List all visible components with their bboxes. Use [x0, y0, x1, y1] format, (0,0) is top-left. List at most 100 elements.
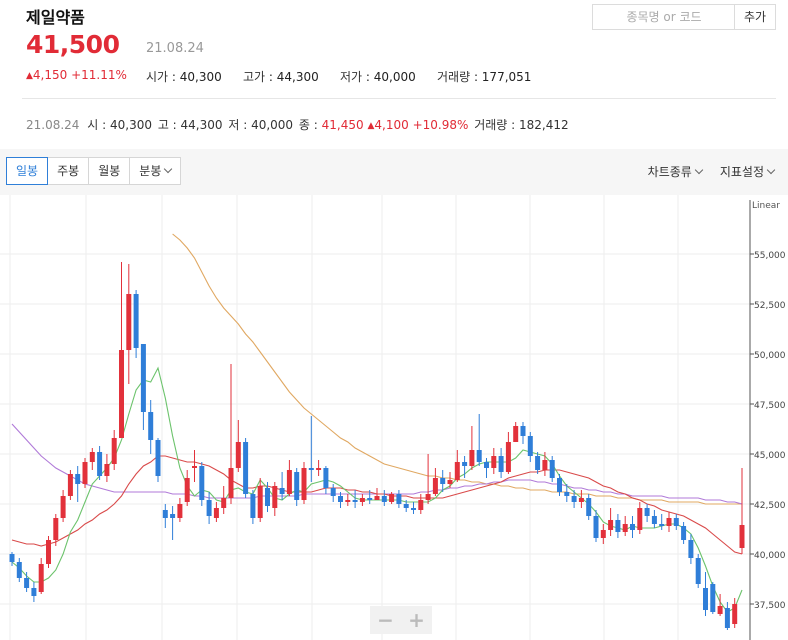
candle — [192, 450, 197, 482]
candle — [97, 446, 103, 480]
stat-label: 시가 — [146, 70, 169, 84]
candle-body — [104, 464, 110, 476]
candle-body — [505, 442, 511, 472]
candle-body — [724, 608, 730, 628]
candle-body — [666, 518, 672, 526]
candle-body — [294, 472, 300, 500]
candle — [104, 454, 110, 482]
chevron-down-icon — [694, 165, 704, 175]
stat-low: 저가 : 40,000 — [340, 70, 416, 84]
candle — [162, 504, 168, 528]
tab-minute[interactable]: 분봉 — [129, 157, 182, 185]
candle-body — [520, 426, 526, 436]
daily-summary: 21.08.24 시 : 40,300 고 : 44,300 저 : 40,00… — [26, 118, 569, 132]
candle — [250, 490, 256, 524]
candle-body — [24, 578, 30, 588]
candle-body — [586, 498, 592, 516]
change-pct: +11.11% — [71, 68, 127, 82]
candle-body — [133, 294, 139, 348]
candlestick-chart[interactable]: Linear 37,500 40,000 42,500 45,000 47,500 50,… — [0, 195, 788, 640]
candle-body — [695, 558, 701, 584]
chart-type-menu[interactable]: 차트종류 — [648, 163, 704, 180]
chevron-down-icon — [766, 165, 776, 175]
candle-body — [316, 468, 322, 470]
stat-value: 177,051 — [481, 70, 532, 84]
y-axis-ticks: 37,500 40,000 42,500 45,000 47,500 50,000 52,5… — [750, 251, 786, 611]
candle-body — [31, 588, 37, 596]
tab-weekly[interactable]: 주봉 — [47, 157, 90, 185]
search-input[interactable] — [593, 5, 735, 29]
candle-body — [257, 486, 263, 518]
candle-body — [732, 604, 738, 624]
candle — [257, 478, 263, 522]
candle — [155, 438, 161, 482]
candle — [469, 426, 475, 470]
candle-body — [213, 508, 219, 518]
price-date: 21.08.24 — [146, 41, 204, 56]
candle — [82, 458, 88, 488]
chart-grid — [0, 195, 750, 640]
y-tick-label: 37,500 — [754, 601, 786, 611]
candle — [418, 494, 424, 514]
candle — [557, 474, 562, 496]
chevron-down-icon — [164, 164, 173, 174]
candle-body — [710, 584, 716, 612]
candle — [228, 364, 234, 504]
candle — [622, 516, 628, 536]
candle-body — [381, 496, 387, 502]
candle — [600, 524, 606, 544]
stat-volume: 거래량 : 177,051 — [437, 70, 532, 84]
candle — [571, 490, 577, 508]
candle-body — [644, 508, 650, 516]
add-button[interactable]: 추가 — [734, 5, 775, 29]
candle-body — [462, 462, 468, 466]
candle-body — [60, 496, 66, 518]
up-triangle-icon: ▲ — [367, 121, 375, 131]
daily-date: 21.08.24 — [26, 118, 80, 132]
candle — [38, 558, 44, 594]
candle — [89, 448, 95, 470]
candle — [119, 262, 124, 438]
candle — [148, 400, 154, 454]
candle-body — [389, 494, 395, 502]
daily-close: 41,450 — [321, 118, 364, 132]
daily-volume: 182,412 — [519, 118, 569, 132]
candle — [447, 472, 453, 488]
daily-change-pct: +10.98% — [412, 118, 469, 132]
y-tick-label: 50,000 — [754, 351, 786, 361]
candle-body — [681, 526, 687, 540]
candle-body — [38, 564, 44, 592]
zoom-out-button[interactable]: − — [370, 606, 401, 634]
candle-body — [119, 350, 124, 438]
candle-body — [338, 496, 343, 502]
candle-body — [703, 588, 708, 610]
candle-body — [184, 478, 190, 502]
candle-body — [148, 412, 154, 440]
daily-low-label: 저 — [228, 118, 240, 132]
stat-open: 시가 : 40,300 — [146, 70, 222, 84]
candle-body — [199, 466, 205, 500]
candle — [294, 468, 300, 506]
candle-body — [651, 516, 657, 524]
candle — [498, 448, 504, 478]
candle-body — [578, 498, 584, 502]
tab-daily[interactable]: 일봉 — [6, 157, 49, 185]
candle — [396, 490, 402, 508]
zoom-in-button[interactable]: + — [401, 606, 432, 634]
candle — [67, 470, 73, 500]
candle-body — [739, 525, 745, 548]
indicator-menu[interactable]: 지표설정 — [720, 163, 776, 180]
candle — [651, 510, 657, 528]
stat-label: 거래량 — [437, 70, 471, 84]
stat-label: 저가 — [340, 70, 363, 84]
candle — [243, 438, 249, 498]
candle — [213, 502, 219, 522]
tab-monthly[interactable]: 월봉 — [88, 157, 131, 185]
daily-change-abs: 4,100 — [374, 118, 409, 132]
candle-body — [82, 462, 88, 484]
candle-body — [279, 488, 285, 494]
candle-body — [622, 524, 628, 532]
candle-body — [600, 530, 606, 538]
candle — [513, 422, 519, 442]
candle-body — [498, 456, 504, 472]
